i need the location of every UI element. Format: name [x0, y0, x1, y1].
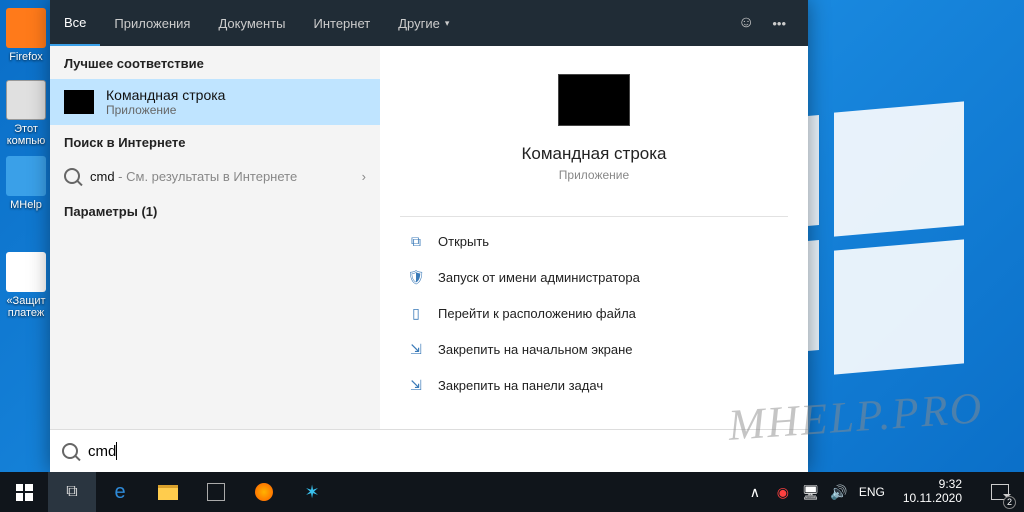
cmd-preview-icon	[558, 74, 630, 126]
search-tabs: Все Приложения Документы Интернет Другие…	[50, 0, 808, 46]
store-icon	[207, 483, 225, 501]
folder-icon	[158, 485, 178, 500]
windows-icon	[16, 484, 33, 501]
edge-button[interactable]: e	[96, 472, 144, 512]
web-result-item[interactable]: cmd - См. результаты в Интернете ›	[50, 158, 380, 194]
notification-badge: 2	[1003, 496, 1016, 509]
app-button[interactable]: ✶	[288, 472, 336, 512]
shield-icon: 🛡	[408, 269, 424, 285]
tray-network-icon[interactable]: 🖥	[803, 484, 819, 500]
tab-more[interactable]: Другие▾	[384, 0, 463, 46]
start-button[interactable]	[0, 472, 48, 512]
firefox-icon	[255, 483, 273, 501]
task-view-icon: ⧉	[66, 483, 77, 501]
task-view-button[interactable]: ⧉	[48, 472, 96, 512]
settings-heading[interactable]: Параметры (1)	[50, 194, 380, 227]
search-icon	[64, 168, 80, 184]
best-match-sub: Приложение	[106, 103, 225, 117]
firefox-button[interactable]	[240, 472, 288, 512]
cmd-thumb-icon	[64, 90, 94, 114]
tray-clock[interactable]: 9:32 10.11.2020	[897, 478, 968, 506]
action-run-admin[interactable]: 🛡Запуск от имени администратора	[400, 259, 788, 295]
best-match-item[interactable]: Командная строка Приложение	[50, 79, 380, 125]
tab-all[interactable]: Все	[50, 0, 100, 46]
chevron-right-icon: ›	[362, 169, 366, 184]
notifications-button[interactable]: 2	[980, 472, 1020, 512]
text-cursor	[116, 442, 117, 460]
tray-volume-icon[interactable]: 🔊	[831, 484, 847, 500]
search-input-text[interactable]: cmd	[88, 443, 116, 460]
pin-start-icon: ⇲	[408, 341, 424, 357]
results-preview: Командная строка Приложение ⧉Открыть 🛡За…	[380, 46, 808, 429]
search-bar[interactable]: cmd	[50, 429, 808, 472]
feedback-icon[interactable]: ☺	[738, 14, 754, 32]
best-match-title: Командная строка	[106, 87, 225, 103]
chevron-down-icon: ▾	[445, 18, 450, 29]
app-icon: ✶	[304, 482, 319, 503]
tray-security-icon[interactable]: ◉	[775, 484, 791, 500]
tray-language[interactable]: ENG	[859, 485, 885, 499]
taskbar: ⧉ e ✶ ∧ ◉ 🖥 🔊 ENG 9:32 10.11.2020 2	[0, 472, 1024, 512]
web-search-heading: Поиск в Интернете	[50, 125, 380, 158]
tab-apps[interactable]: Приложения	[100, 0, 204, 46]
action-pin-taskbar[interactable]: ⇲Закрепить на панели задач	[400, 367, 788, 403]
action-open[interactable]: ⧉Открыть	[400, 223, 788, 259]
action-pin-start[interactable]: ⇲Закрепить на начальном экране	[400, 331, 788, 367]
folder-icon: ▯	[408, 305, 424, 321]
pin-taskbar-icon: ⇲	[408, 377, 424, 393]
tab-docs[interactable]: Документы	[204, 0, 299, 46]
best-match-heading: Лучшее соответствие	[50, 46, 380, 79]
more-icon[interactable]: •••	[772, 16, 786, 31]
action-open-location[interactable]: ▯Перейти к расположению файла	[400, 295, 788, 331]
tab-internet[interactable]: Интернет	[299, 0, 384, 46]
preview-title: Командная строка	[521, 144, 666, 164]
edge-icon: e	[114, 481, 125, 504]
start-search-panel: Все Приложения Документы Интернет Другие…	[50, 0, 808, 472]
open-icon: ⧉	[408, 233, 424, 249]
preview-subtitle: Приложение	[559, 168, 629, 182]
search-icon	[62, 443, 78, 459]
store-button[interactable]	[192, 472, 240, 512]
explorer-button[interactable]	[144, 472, 192, 512]
results-left: Лучшее соответствие Командная строка При…	[50, 46, 380, 429]
tray-chevron-icon[interactable]: ∧	[747, 484, 763, 500]
